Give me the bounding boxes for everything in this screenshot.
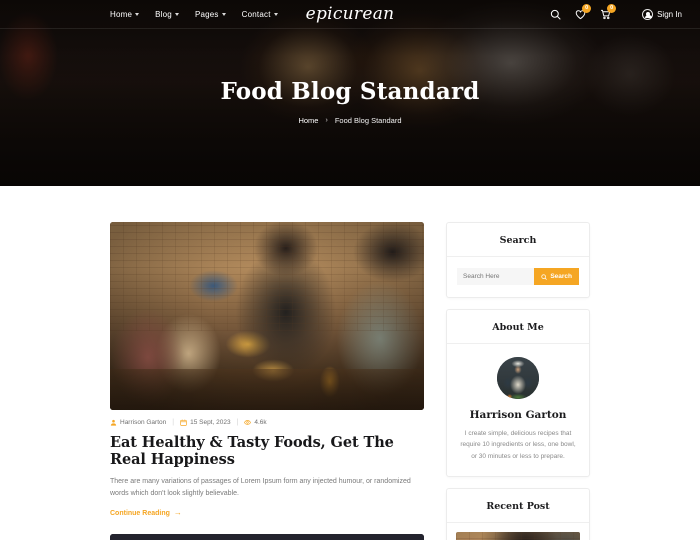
post-views-label: 4.6k	[254, 419, 267, 426]
nav-item-pages[interactable]: Pages	[195, 10, 226, 19]
about-me-heading: About Me	[447, 310, 589, 344]
main-navbar: Home Blog Pages Contact epicurean 0 0 Si…	[0, 0, 700, 29]
chevron-down-icon	[135, 12, 140, 16]
eye-icon	[244, 420, 252, 425]
nav-item-home[interactable]: Home	[110, 9, 140, 19]
search-widget-heading: Search	[447, 223, 589, 257]
sign-in-button[interactable]: Sign In	[642, 8, 682, 20]
hero-content: Food Blog Standard Home › Food Blog Stan…	[0, 78, 700, 125]
meta-divider: |	[172, 419, 175, 426]
recent-post-heading: Recent Post	[447, 489, 589, 524]
post-featured-image[interactable]	[110, 533, 424, 540]
post-excerpt: There are many variations of passages of…	[110, 477, 411, 498]
post-meta: Harrison Garton | 15 Sept, 2023 | 4.6k	[110, 419, 424, 426]
search-widget-body: Search	[447, 257, 589, 297]
calendar-icon	[180, 419, 187, 426]
wishlist-count-badge: 0	[582, 4, 592, 13]
post-author-label: Harrison Garton	[120, 419, 167, 426]
nav-item-home-label: Home	[110, 9, 133, 19]
cart-icon[interactable]: 0	[599, 4, 617, 20]
primary-nav: Home Blog Pages Contact	[110, 10, 278, 19]
post-date: 15 Sept, 2023	[180, 419, 231, 426]
nav-item-blog-label: Blog	[155, 9, 172, 19]
nav-item-blog[interactable]: Blog	[155, 10, 179, 19]
search-submit-button[interactable]: Search	[534, 268, 579, 285]
meta-divider: |	[236, 419, 239, 426]
breadcrumb-current: Food Blog Standard	[334, 116, 402, 125]
post-views: 4.6k	[244, 419, 267, 426]
post-image-art	[110, 533, 424, 540]
content-container: Harrison Garton | 15 Sept, 2023 | 4.6k E…	[110, 222, 590, 540]
post-featured-image[interactable]	[110, 222, 424, 410]
chevron-down-icon	[273, 12, 278, 16]
continue-reading-link[interactable]: Continue Reading →	[110, 509, 182, 517]
post-image-vignette	[110, 222, 424, 410]
heart-icon[interactable]: 0	[574, 4, 592, 20]
blog-post-item	[110, 533, 424, 540]
search-widget: Search Search	[446, 222, 590, 298]
page-body: Harrison Garton | 15 Sept, 2023 | 4.6k E…	[0, 186, 700, 540]
cart-count-badge: 0	[607, 4, 617, 13]
nav-actions: 0 0 Sign In	[549, 4, 682, 20]
post-title[interactable]: Eat Healthy & Tasty Foods, Get The Real …	[110, 434, 424, 469]
search-form: Search	[457, 268, 579, 285]
recent-post-thumbnail[interactable]	[456, 532, 580, 540]
sign-in-label: Sign In	[657, 9, 682, 19]
search-input[interactable]	[457, 268, 535, 285]
user-avatar-icon	[642, 8, 654, 20]
arrow-right-icon: →	[173, 508, 182, 518]
post-author[interactable]: Harrison Garton	[110, 419, 166, 426]
sidebar: Search Search About Me	[446, 222, 590, 540]
breadcrumb: Home › Food Blog Standard	[0, 116, 700, 125]
about-me-name: Harrison Garton	[469, 409, 567, 421]
recent-post-image-vignette	[456, 532, 580, 540]
breadcrumb-separator-icon: ›	[325, 117, 328, 124]
search-icon[interactable]	[549, 8, 561, 20]
author-icon	[110, 419, 117, 426]
nav-item-contact[interactable]: Contact	[242, 10, 278, 19]
blog-post-item: Harrison Garton | 15 Sept, 2023 | 4.6k E…	[110, 222, 424, 520]
recent-post-body	[447, 523, 589, 540]
about-me-body: Harrison Garton I create simple, delicio…	[447, 344, 589, 476]
avatar-image	[497, 357, 539, 399]
recent-post-widget: Recent Post	[446, 488, 590, 540]
continue-reading-label: Continue Reading	[110, 509, 170, 517]
hero-banner: Home Blog Pages Contact epicurean 0 0 Si…	[0, 0, 700, 186]
nav-item-pages-label: Pages	[194, 9, 219, 19]
chevron-down-icon	[174, 12, 179, 16]
about-me-widget: About Me Harrison Garton I create simple…	[446, 309, 590, 478]
page-title: Food Blog Standard	[220, 78, 480, 105]
chevron-down-icon	[221, 12, 226, 16]
nav-item-contact-label: Contact	[241, 9, 271, 19]
blog-list: Harrison Garton | 15 Sept, 2023 | 4.6k E…	[110, 222, 424, 540]
post-date-label: 15 Sept, 2023	[190, 419, 231, 426]
search-icon	[541, 273, 548, 280]
search-submit-label: Search	[550, 273, 572, 280]
about-me-description: I create simple, delicious recipes that …	[460, 430, 576, 460]
breadcrumb-home[interactable]: Home	[298, 116, 318, 125]
avatar	[497, 357, 539, 399]
